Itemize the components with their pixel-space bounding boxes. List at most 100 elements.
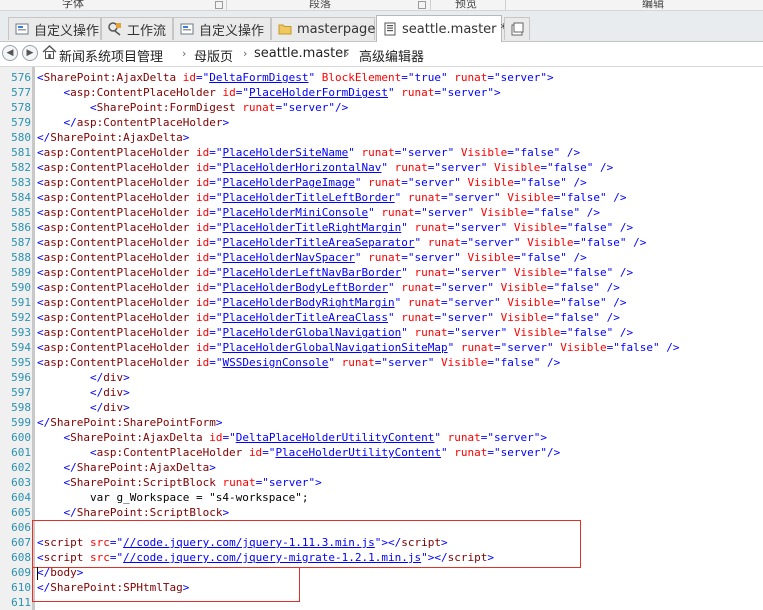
code-token: =" [222, 431, 236, 444]
code-line[interactable]: </SharePoint:SharePointForm> [37, 415, 222, 430]
code-token: runat [414, 326, 448, 339]
code-token: asp:ContentPlaceHolder [43, 311, 190, 324]
code-token: < [37, 71, 44, 84]
code-token: asp:ContentPlaceHolder [43, 266, 190, 279]
code-token: > [215, 416, 223, 429]
code-token: runat [368, 251, 402, 264]
code-token: asp:ContentPlaceHolder [43, 176, 190, 189]
code-token: " [368, 206, 375, 219]
code-token: " [441, 446, 448, 459]
code-line[interactable]: <asp:ContentPlaceHolder id="PlaceHolderL… [37, 265, 633, 280]
new-tab-button[interactable] [504, 17, 530, 40]
code-line[interactable]: <asp:ContentPlaceHolder id="PlaceHolderT… [37, 310, 620, 325]
code-token: < [37, 146, 44, 159]
code-token: PlaceHolderFormDigest [248, 86, 389, 99]
back-arrow-icon[interactable]: ◀ [2, 45, 18, 61]
code-line[interactable]: <asp:ContentPlaceHolder id="PlaceHolderN… [37, 250, 587, 265]
code-token: BlockElement [321, 71, 402, 84]
code-line[interactable]: <asp:ContentPlaceHolder id="PlaceHolderU… [37, 445, 560, 460]
new-tab-icon [510, 22, 524, 36]
code-line[interactable]: <asp:ContentPlaceHolder id="WSSDesignCon… [37, 355, 560, 370]
code-token: ="false" [540, 161, 594, 174]
breadcrumb-item-project[interactable]: 新闻系统项目管理 [59, 46, 163, 65]
code-line[interactable]: <asp:ContentPlaceHolder id="PlaceHolderS… [37, 145, 580, 160]
breadcrumb-item-advanced-editor[interactable]: 高级编辑器 [359, 46, 424, 65]
code-token: id [195, 296, 210, 309]
code-token: asp:ContentPlaceHolder [43, 296, 190, 309]
code-token: ="false" [513, 176, 567, 189]
code-token: =" [209, 311, 223, 324]
code-token: PlaceHolderTitleAreaSeparator [222, 236, 415, 249]
code-token: < [37, 281, 44, 294]
code-line[interactable]: <asp:ContentPlaceHolder id="PlaceHolderG… [37, 340, 679, 355]
code-line[interactable]: var g_Workspace = "s4-workspace"; [37, 490, 309, 505]
code-line[interactable]: </div> [37, 400, 130, 415]
tab-seattle-master[interactable]: seattle.master * [376, 15, 507, 42]
code-token: ="server" [447, 221, 508, 234]
tab-custom-actions-2[interactable]: 自定义操作 [173, 17, 271, 40]
code-token: < [37, 341, 44, 354]
code-token: asp:ContentPlaceHolder [43, 341, 190, 354]
code-token: PlaceHolderTitleLeftBorder [222, 191, 395, 204]
font-dialog-launcher-icon[interactable] [215, 1, 223, 9]
tab-workflows[interactable]: 工作流 [101, 17, 173, 40]
code-line[interactable]: <SharePoint:ScriptBlock runat="server"> [37, 475, 322, 490]
breadcrumb-separator-icon: › [345, 47, 350, 60]
highlight-box-closing-tags [32, 567, 300, 602]
code-token: /> [619, 266, 634, 279]
tab-custom-actions-1[interactable]: 自定义操作 [8, 17, 101, 40]
breadcrumb-separator-icon: › [243, 47, 248, 60]
code-line[interactable]: </div> [37, 385, 130, 400]
code-token: runat [427, 236, 461, 249]
code-token: id [195, 326, 210, 339]
code-line[interactable]: <asp:ContentPlaceHolder id="PlaceHolderB… [37, 280, 620, 295]
code-token: " [401, 221, 408, 234]
line-number: 608 [11, 551, 31, 564]
paragraph-dialog-launcher-icon[interactable] [418, 1, 426, 9]
code-line[interactable]: <asp:ContentPlaceHolder id="PlaceHolderB… [37, 295, 626, 310]
code-line[interactable]: <SharePoint:FormDigest runat="server"/> [37, 100, 348, 115]
code-line[interactable]: </SharePoint:ScriptBlock> [37, 505, 230, 520]
breadcrumb-item-masterpages[interactable]: 母版页 [194, 46, 233, 65]
line-number: 586 [11, 221, 31, 234]
code-line[interactable]: <asp:ContentPlaceHolder id="PlaceHolderT… [37, 235, 646, 250]
breadcrumb-item-file[interactable]: seattle.master [254, 46, 349, 61]
code-line[interactable]: <asp:ContentPlaceHolder id="PlaceHolderT… [37, 190, 626, 205]
code-token: id [195, 341, 210, 354]
code-token: ="server" [401, 176, 461, 189]
line-number: 603 [11, 476, 31, 489]
code-token: PlaceHolderUtilityContent [275, 446, 442, 459]
tab-masterpage[interactable]: masterpage [271, 17, 375, 40]
code-token: =" [209, 326, 223, 339]
code-line[interactable]: </SharePoint:AjaxDelta> [37, 460, 216, 475]
code-line[interactable]: <asp:ContentPlaceHolder id="PlaceHolderG… [37, 325, 633, 340]
code-token: PlaceHolderTitleAreaClass [222, 311, 389, 324]
code-line[interactable]: <asp:ContentPlaceHolder id="PlaceHolderT… [37, 220, 633, 235]
code-line[interactable]: <SharePoint:AjaxDelta id="DeltaFormDiges… [37, 70, 554, 85]
code-line[interactable]: <asp:ContentPlaceHolder id="PlaceHolderF… [37, 85, 501, 100]
code-token: ="server"/> [275, 101, 349, 114]
code-line[interactable]: </SharePoint:AjaxDelta> [37, 130, 189, 145]
home-icon[interactable] [42, 45, 57, 63]
code-token: runat [460, 341, 494, 354]
code-line[interactable]: <asp:ContentPlaceHolder id="PlaceHolderH… [37, 160, 613, 175]
code-token: SharePoint:AjaxDelta [70, 431, 203, 444]
code-line[interactable]: <SharePoint:AjaxDelta id="DeltaPlaceHold… [37, 430, 548, 445]
forward-arrow-icon[interactable]: ▶ [22, 45, 38, 61]
code-line[interactable]: </asp:ContentPlaceHolder> [37, 115, 230, 130]
code-line[interactable]: <asp:ContentPlaceHolder id="PlaceHolderM… [37, 205, 600, 220]
code-token: PlaceHolderBodyLeftBorder [222, 281, 389, 294]
code-token: < [37, 296, 44, 309]
ribbon-group-edit: 编辑 [642, 0, 664, 10]
line-number: 578 [11, 101, 31, 114]
code-token: < [37, 221, 44, 234]
code-line[interactable]: </div> [37, 370, 130, 385]
code-token: PlaceHolderNavSpacer [222, 251, 355, 264]
code-token: /> [586, 206, 600, 219]
code-line[interactable]: <asp:ContentPlaceHolder id="PlaceHolderP… [37, 175, 587, 190]
